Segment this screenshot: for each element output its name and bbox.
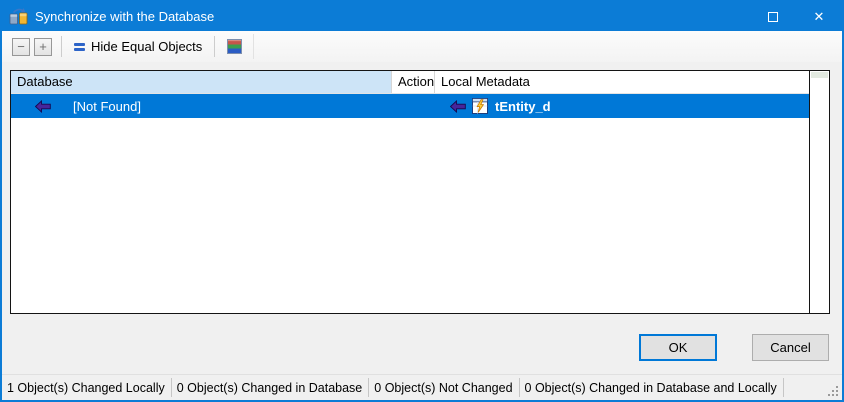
minus-icon: −: [17, 39, 25, 54]
toolbar-separator: [61, 36, 62, 57]
database-cell: [Not Found]: [11, 99, 391, 114]
synchronize-app-icon: [9, 8, 28, 25]
status-changed-in-database: 0 Object(s) Changed in Database: [176, 380, 363, 395]
local-metadata-label: tEntity_d: [495, 98, 551, 114]
status-changed-locally: 1 Object(s) Changed Locally: [7, 380, 165, 395]
changed-locally-arrow-icon: [35, 99, 51, 113]
vertical-scrollbar[interactable]: [809, 71, 829, 313]
changed-locally-arrow-icon: [450, 99, 466, 113]
toolbar-band-edge: [253, 34, 255, 59]
toolbar: − + Hide Equal Objects: [2, 31, 842, 62]
plus-icon: +: [39, 39, 47, 54]
table-header: Database Action Local Metadata: [11, 71, 809, 94]
column-header-action[interactable]: Action: [391, 71, 434, 93]
column-header-database[interactable]: Database: [11, 71, 391, 93]
legend-colors-button[interactable]: [220, 34, 249, 59]
synchronize-dialog-window: Synchronize with the Database ✕ − + Hide…: [0, 0, 844, 402]
titlebar[interactable]: Synchronize with the Database ✕: [2, 2, 842, 31]
scrollbar-top-cap: [811, 72, 828, 78]
hide-equal-objects-label: Hide Equal Objects: [91, 39, 203, 54]
collapse-all-button[interactable]: −: [12, 37, 30, 56]
window-title: Synchronize with the Database: [35, 9, 215, 24]
column-header-local-metadata[interactable]: Local Metadata: [434, 71, 809, 93]
maximize-icon: [768, 11, 778, 22]
hide-equal-objects-button[interactable]: Hide Equal Objects: [67, 34, 209, 59]
entity-table-icon: [472, 98, 488, 114]
equals-icon: [74, 41, 85, 53]
database-cell-label: [Not Found]: [73, 98, 141, 114]
table-main: Database Action Local Metadata [Not Foun…: [11, 71, 809, 313]
resize-grip[interactable]: [826, 384, 839, 397]
ok-button[interactable]: OK: [639, 334, 717, 361]
close-button[interactable]: ✕: [796, 2, 842, 31]
status-changed-both: 0 Object(s) Changed in Database and Loca…: [524, 380, 777, 395]
expand-all-button[interactable]: +: [34, 37, 52, 56]
status-not-changed: 0 Object(s) Not Changed: [374, 380, 513, 395]
cancel-button[interactable]: Cancel: [752, 334, 829, 361]
sync-objects-table: Database Action Local Metadata [Not Foun…: [10, 70, 830, 314]
statusbar: 1 Object(s) Changed Locally 0 Object(s) …: [2, 374, 842, 400]
status-separator: [782, 378, 784, 397]
local-metadata-cell: tEntity_d: [435, 98, 809, 114]
legend-colors-icon: [227, 39, 243, 54]
caption-buttons: ✕: [750, 2, 842, 31]
maximize-button[interactable]: [750, 2, 796, 31]
toolbar-separator-2: [214, 36, 216, 57]
table-row[interactable]: [Not Found] tEntity_d: [11, 94, 809, 118]
close-icon: ✕: [813, 9, 825, 24]
